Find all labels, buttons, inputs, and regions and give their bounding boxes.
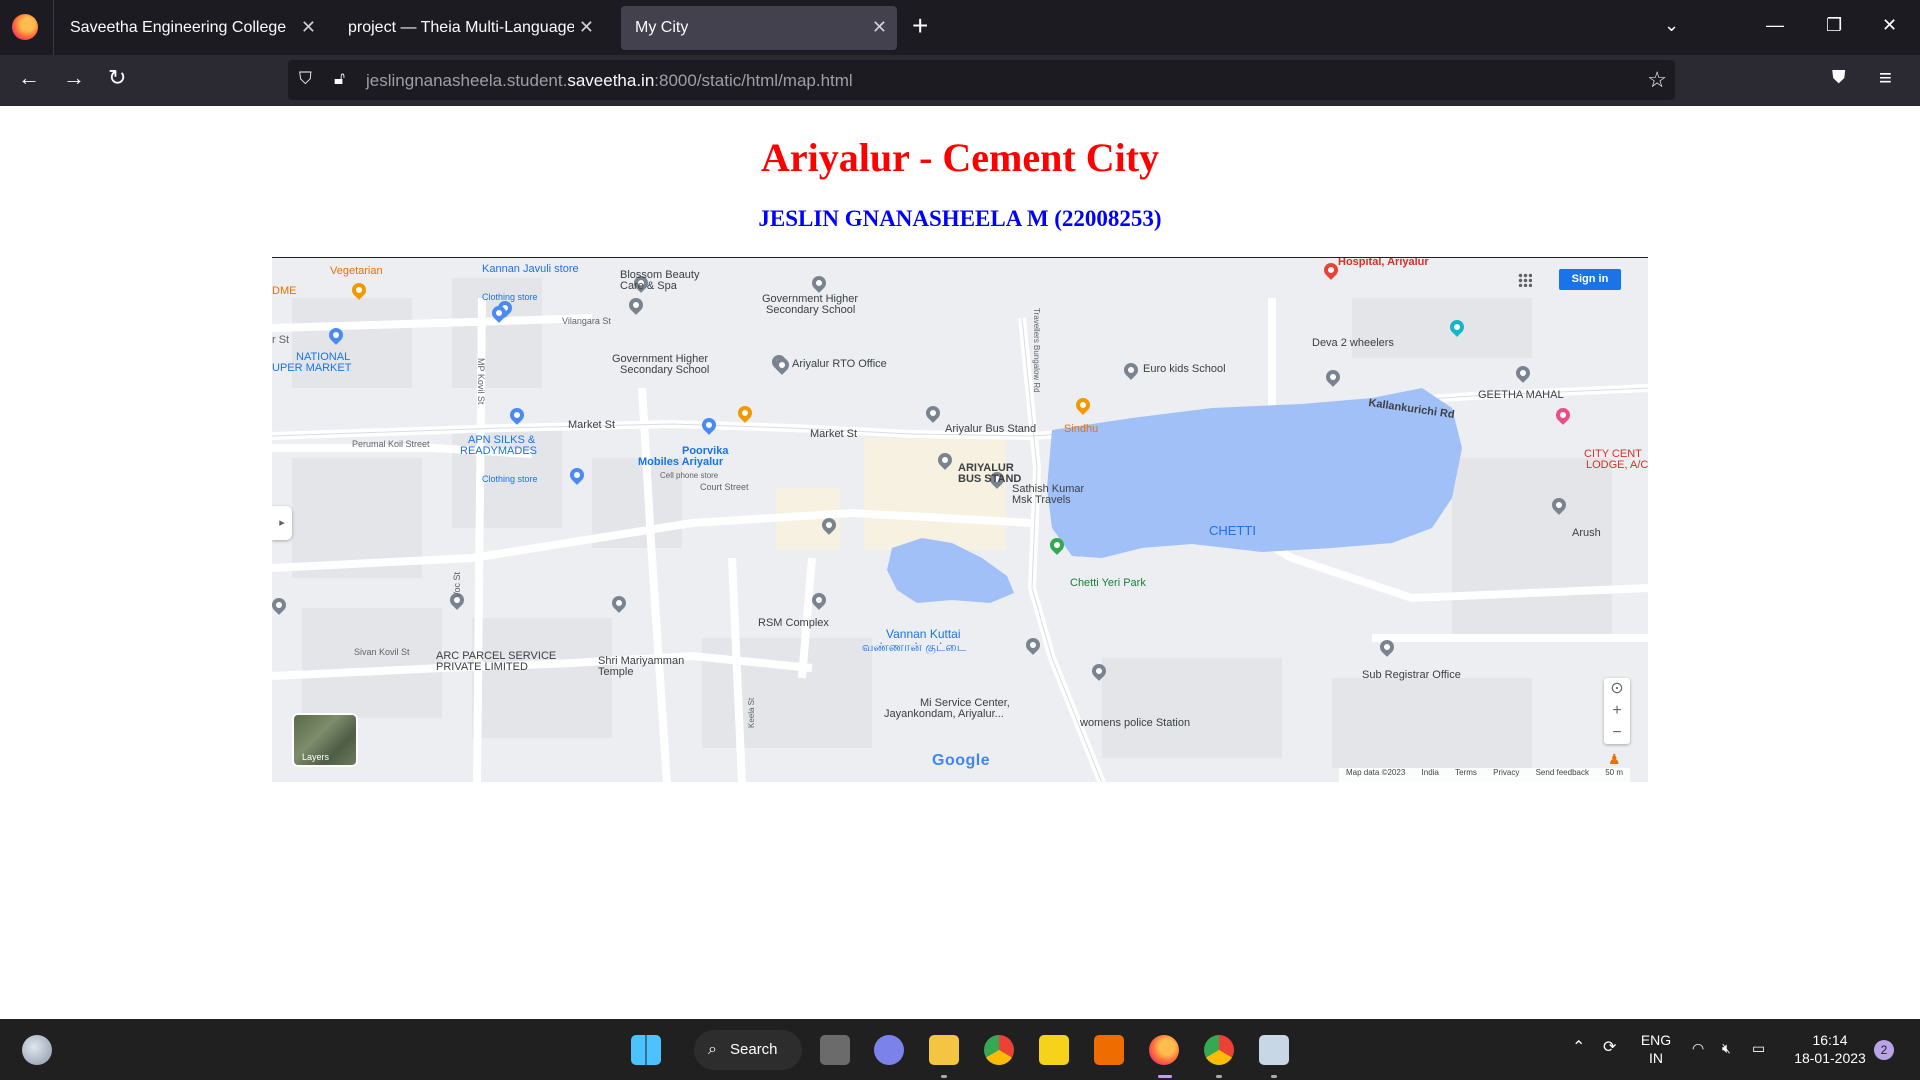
reload-icon[interactable]: ↻ — [108, 65, 126, 91]
pegman-icon[interactable]: ♟ — [1608, 752, 1621, 766]
chrome-profile-icon[interactable] — [1204, 1035, 1234, 1065]
sticky-notes-icon[interactable] — [1039, 1035, 1069, 1065]
layers-button[interactable]: Layers — [292, 713, 358, 767]
running-indicator — [941, 1075, 947, 1078]
windows-start-icon[interactable] — [631, 1035, 661, 1065]
map-attribution: Map data ©2023 India Terms Privacy Send … — [1339, 768, 1630, 782]
page-subtitle: JESLIN GNANASHEELA M (22008253) — [758, 206, 1162, 231]
forward-icon[interactable]: → — [63, 65, 85, 91]
new-tab-button[interactable]: + — [912, 12, 928, 40]
battery-icon[interactable]: ▭ — [1752, 1039, 1765, 1057]
running-indicator — [1271, 1075, 1277, 1078]
apps-grid-icon[interactable] — [1518, 273, 1532, 287]
tab-project[interactable]: project — Theia Multi-Language Ex ✕ — [334, 6, 604, 50]
tab-my-city[interactable]: My City ✕ — [621, 6, 897, 50]
taskbar: ⌕ Search ⌃ ⟳ ENG IN ◠ 🔇︎ ▭ 16:14 18-01-2… — [0, 1019, 1920, 1080]
pocket-icon[interactable]: ⛊ — [1832, 67, 1846, 88]
page-content: Ariyalur - Cement City JESLIN GNANASHEEL… — [0, 106, 1920, 1019]
notification-badge[interactable]: 2 — [1874, 1040, 1894, 1060]
firefox-taskbar-icon[interactable] — [1149, 1035, 1179, 1065]
page-title: Ariyalur - Cement City — [760, 135, 1160, 180]
firefox-icon[interactable] — [12, 14, 38, 40]
zoom-in-button[interactable]: + — [1604, 700, 1630, 722]
volume-muted-icon[interactable]: 🔇︎ — [1722, 1039, 1731, 1057]
weather-icon[interactable] — [22, 1035, 52, 1065]
tab-bar: Saveetha Engineering College ✕ project —… — [0, 0, 1920, 55]
url-text[interactable]: jeslingnanasheela.student.saveetha.in:80… — [366, 71, 853, 91]
bookmark-star-icon[interactable]: ☆ — [1647, 67, 1667, 93]
file-explorer-icon[interactable] — [929, 1035, 959, 1065]
close-icon[interactable]: ✕ — [579, 17, 594, 38]
chrome-icon[interactable] — [984, 1035, 1014, 1065]
language-indicator[interactable]: ENG IN — [1636, 1031, 1676, 1067]
sync-icon[interactable]: ⟳ — [1603, 1039, 1616, 1057]
clock[interactable]: 16:14 18-01-2023 — [1790, 1031, 1870, 1067]
zoom-control: ⊙ + − — [1604, 678, 1630, 744]
list-tabs-icon[interactable]: ⌄ — [1664, 15, 1679, 36]
minimize-icon[interactable]: — — [1766, 15, 1784, 36]
chevron-up-icon[interactable]: ⌃ — [1572, 1039, 1585, 1057]
map-sign-in-button[interactable]: Sign in — [1559, 269, 1621, 290]
tab-saveetha[interactable]: Saveetha Engineering College ✕ — [56, 6, 326, 50]
nav-bar: ← → ↻ ⛉ 🔓︎ jeslingnanasheela.student.sav… — [0, 55, 1920, 106]
back-icon[interactable]: ← — [18, 65, 40, 91]
lock-icon[interactable]: 🔓︎ — [334, 69, 345, 89]
f360-app-icon[interactable] — [1094, 1035, 1124, 1065]
active-indicator — [1158, 1075, 1172, 1078]
search-icon: ⌕ — [708, 1041, 717, 1058]
restore-icon[interactable]: ❐ — [1826, 15, 1842, 36]
window-close-icon[interactable]: ✕ — [1882, 15, 1897, 36]
tab-separator — [53, 0, 54, 55]
taskbar-search[interactable]: ⌕ Search — [694, 1030, 802, 1070]
teams-chat-icon[interactable] — [874, 1035, 904, 1065]
photos-app-icon[interactable] — [1259, 1035, 1289, 1065]
menu-icon[interactable]: ≡ — [1879, 65, 1892, 91]
task-view-icon[interactable] — [820, 1035, 850, 1065]
address-bar[interactable]: ⛉ 🔓︎ jeslingnanasheela.student.saveetha.… — [288, 60, 1675, 100]
embedded-google-map[interactable]: Hospital, Ariyalur Vegetarian DME Kannan… — [272, 257, 1648, 782]
close-icon[interactable]: ✕ — [301, 17, 316, 38]
shield-icon[interactable]: ⛉ — [299, 69, 312, 89]
running-indicator — [1216, 1075, 1222, 1078]
google-logo: Google — [932, 752, 991, 769]
location-icon[interactable]: ⊙ — [1604, 678, 1630, 700]
wifi-icon[interactable]: ◠ — [1692, 1039, 1704, 1057]
close-icon[interactable]: ✕ — [872, 17, 887, 38]
zoom-out-button[interactable]: − — [1604, 722, 1630, 744]
side-panel-toggle-icon[interactable]: ▸ — [272, 506, 292, 540]
